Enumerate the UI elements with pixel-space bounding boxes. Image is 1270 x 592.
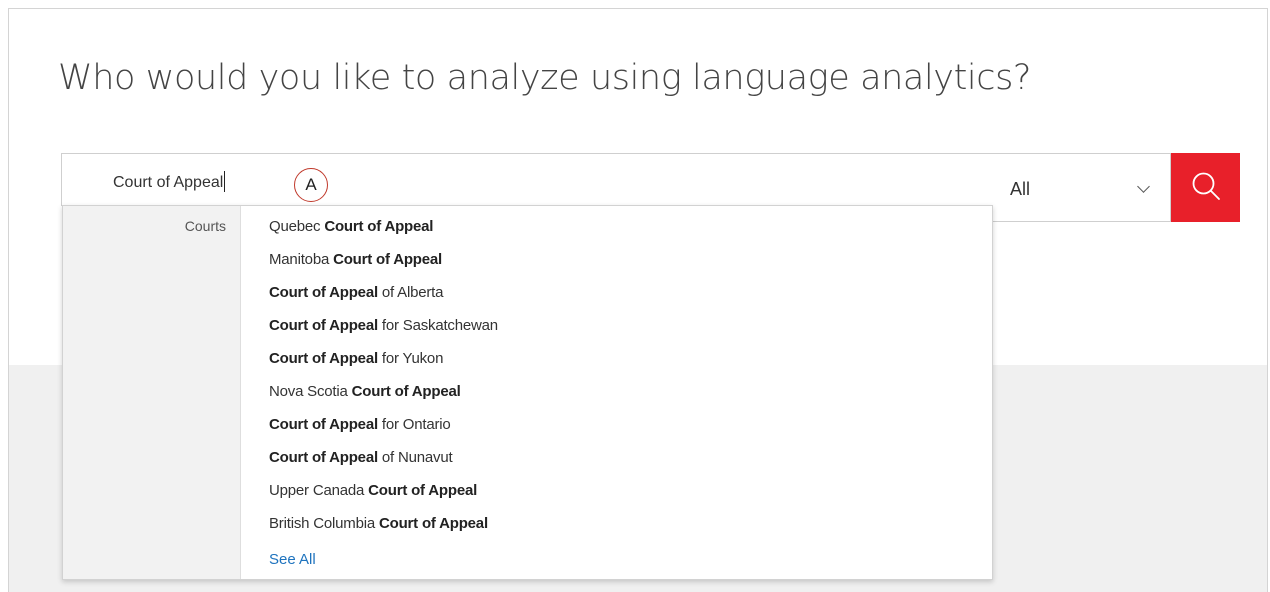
see-all-link[interactable]: See All bbox=[269, 551, 316, 568]
suggestion-item[interactable]: Quebec Court of Appeal bbox=[269, 210, 498, 243]
suggestion-text: British Columbia bbox=[269, 515, 379, 532]
suggestion-text: Upper Canada bbox=[269, 482, 369, 499]
annotation-marker: A bbox=[294, 168, 328, 202]
scope-select-value: All bbox=[1010, 179, 1031, 199]
suggestion-item[interactable]: Upper Canada Court of Appeal bbox=[269, 474, 498, 507]
suggestion-match: Court of Appeal bbox=[333, 251, 443, 268]
chevron-down-icon bbox=[1137, 180, 1150, 193]
suggestion-match: Court of Appeal bbox=[378, 515, 488, 532]
page-title: Who would you like to analyze using lang… bbox=[58, 58, 1032, 98]
search-input-value[interactable]: Court of Appeal bbox=[113, 171, 226, 192]
suggestion-item[interactable]: Nova Scotia Court of Appeal bbox=[269, 375, 498, 408]
suggestion-match: Court of Appeal bbox=[269, 449, 378, 466]
suggestion-text: Quebec bbox=[269, 218, 325, 235]
scope-select[interactable]: All bbox=[993, 153, 1171, 222]
suggestion-text: of Nunavut bbox=[377, 449, 453, 466]
text-caret bbox=[224, 171, 226, 192]
suggestion-match: Court of Appeal bbox=[269, 416, 378, 433]
search-button[interactable] bbox=[1171, 153, 1240, 222]
search-input[interactable]: Court of Appeal bbox=[61, 153, 994, 206]
suggestion-match: Court of Appeal bbox=[269, 350, 378, 367]
suggestion-item[interactable]: Court of Appeal of Nunavut bbox=[269, 441, 498, 474]
autocomplete-dropdown: Courts Quebec Court of Appeal Manitoba Co… bbox=[62, 205, 993, 580]
dropdown-category-column: Courts bbox=[63, 206, 241, 579]
suggestion-text: for Ontario bbox=[377, 416, 451, 433]
suggestion-item[interactable]: Manitoba Court of Appeal bbox=[269, 243, 498, 276]
suggestion-match: Court of Appeal bbox=[269, 284, 378, 301]
suggestion-match: Court of Appeal bbox=[368, 482, 478, 499]
suggestion-text: Manitoba bbox=[269, 251, 334, 268]
suggestion-match: Court of Appeal bbox=[324, 218, 434, 235]
suggestion-text: Nova Scotia bbox=[269, 383, 352, 400]
suggestion-item[interactable]: British Columbia Court of Appeal bbox=[269, 507, 498, 540]
suggestion-list: Quebec Court of Appeal Manitoba Court of … bbox=[269, 206, 498, 540]
search-icon bbox=[1192, 172, 1220, 200]
suggestion-text: for Yukon bbox=[377, 350, 444, 367]
category-label: Courts bbox=[184, 218, 226, 234]
suggestion-text: for Saskatchewan bbox=[377, 317, 498, 334]
suggestion-item[interactable]: Court of Appeal for Ontario bbox=[269, 408, 498, 441]
suggestion-item[interactable]: Court of Appeal for Yukon bbox=[269, 342, 498, 375]
suggestion-match: Court of Appeal bbox=[269, 317, 378, 334]
suggestion-item[interactable]: Court of Appeal of Alberta bbox=[269, 276, 498, 309]
suggestion-item[interactable]: Court of Appeal for Saskatchewan bbox=[269, 309, 498, 342]
suggestion-text: of Alberta bbox=[377, 284, 444, 301]
suggestion-match: Court of Appeal bbox=[351, 383, 461, 400]
